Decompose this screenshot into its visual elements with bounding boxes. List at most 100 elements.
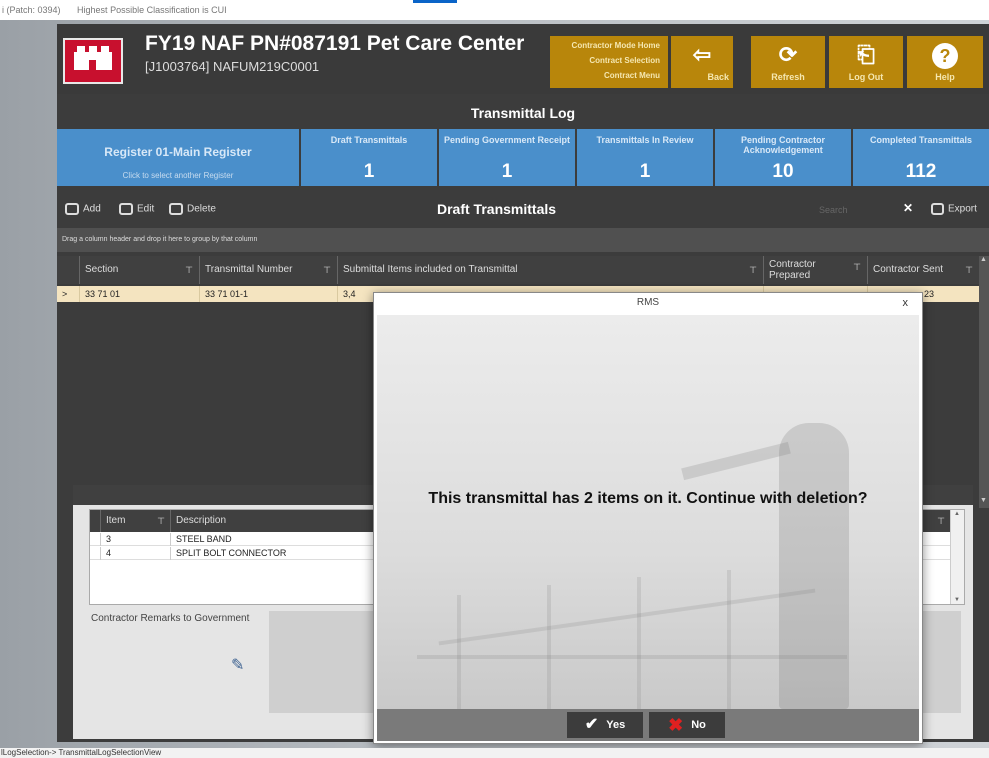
delete-label: Delete xyxy=(187,203,216,215)
tab-indicator xyxy=(413,0,457,3)
help-icon: ? xyxy=(907,36,983,69)
background-beam xyxy=(637,577,641,709)
back-button[interactable]: ⇦ Back xyxy=(671,36,733,88)
delete-button[interactable]: Delete xyxy=(169,203,216,215)
cross-icon: ✖ xyxy=(668,715,684,736)
tile-count: 112 xyxy=(905,161,937,182)
tile-label: Transmittals In Review xyxy=(596,135,694,145)
edit-button[interactable]: Edit xyxy=(119,203,154,215)
column-header-transmittal-number[interactable]: Transmittal Number ⊤ xyxy=(199,256,337,284)
page-title: Transmittal Log xyxy=(470,105,576,121)
logout-button[interactable]: ⎗ Log Out xyxy=(829,36,903,88)
no-button[interactable]: ✖ No xyxy=(649,712,725,738)
refresh-button[interactable]: ⟳ Refresh xyxy=(751,36,825,88)
tile-count: 1 xyxy=(501,161,513,182)
contract-subtitle: [J1003764] NAFUM219C0001 xyxy=(145,59,320,74)
grid-toolbar: Add Edit Delete Draft Transmittals Searc… xyxy=(57,198,989,224)
castle-icon xyxy=(74,46,112,70)
row-indicator: > xyxy=(62,289,68,299)
filter-icon[interactable]: ⊤ xyxy=(749,256,757,284)
tile-completed-transmittals[interactable]: Completed Transmittals 112 xyxy=(853,129,989,186)
classification-label: Highest Possible Classification is CUI xyxy=(77,5,227,15)
add-button[interactable]: Add xyxy=(65,203,101,215)
confirm-delete-dialog: RMS x This transmittal has 2 items on it… xyxy=(373,292,923,744)
summary-tiles: Register 01-Main Register Click to selec… xyxy=(57,129,989,186)
contractor-mode-home-link[interactable]: Contractor Mode Home xyxy=(550,40,668,52)
dialog-message: This transmittal has 2 items on it. Cont… xyxy=(428,490,868,507)
tile-count: 1 xyxy=(363,161,375,182)
column-header-contractor-prepared[interactable]: Contractor Prepared ⊤ xyxy=(763,256,867,284)
tile-pending-government-receipt[interactable]: Pending Government Receipt 1 xyxy=(439,129,575,186)
register-title: Register 01-Main Register xyxy=(104,145,252,159)
tile-count: 10 xyxy=(772,161,794,182)
edit-icon xyxy=(119,203,133,215)
add-icon xyxy=(65,203,79,215)
items-scrollbar[interactable] xyxy=(950,510,964,604)
clear-search-icon[interactable]: ✕ xyxy=(903,201,913,215)
contract-selection-link[interactable]: Contract Selection xyxy=(550,55,668,67)
register-selector-tile[interactable]: Register 01-Main Register Click to selec… xyxy=(57,129,299,186)
cell-transmittal-number: 33 71 01-1 xyxy=(199,286,337,302)
tile-label: Completed Transmittals xyxy=(869,135,973,145)
register-hint: Click to select another Register xyxy=(122,171,234,180)
cell-item: 4 xyxy=(100,547,170,560)
tile-label: Draft Transmittals xyxy=(330,135,408,145)
add-label: Add xyxy=(83,203,101,215)
contract-title: FY19 NAF PN#087191 Pet Care Center xyxy=(145,32,525,55)
export-label: Export xyxy=(948,203,977,215)
tile-count: 1 xyxy=(639,161,651,182)
grid-scrollbar[interactable] xyxy=(979,256,989,508)
grid-title: Draft Transmittals xyxy=(437,201,557,217)
remarks-label: Contractor Remarks to Government xyxy=(91,613,250,624)
logout-label: Log Out xyxy=(848,72,884,82)
filter-icon[interactable]: ⊤ xyxy=(853,256,861,281)
delete-icon xyxy=(169,203,183,215)
yes-button[interactable]: ✔ Yes xyxy=(567,712,643,738)
background-beam xyxy=(457,595,461,709)
background-beam xyxy=(547,585,551,709)
export-icon xyxy=(931,203,944,215)
tile-transmittals-in-review[interactable]: Transmittals In Review 1 xyxy=(577,129,713,186)
no-label: No xyxy=(691,719,706,731)
dialog-close-button[interactable]: x xyxy=(903,293,909,313)
yes-label: Yes xyxy=(606,719,626,731)
construction-worker-silhouette xyxy=(779,423,849,709)
column-label: Submittal Items included on Transmittal xyxy=(343,264,518,275)
edit-remarks-icon[interactable]: ✎ xyxy=(231,655,244,675)
cell-section: 33 71 01 xyxy=(79,286,199,302)
tile-label: Pending Government Receipt xyxy=(443,135,571,145)
filter-icon[interactable]: ⊤ xyxy=(937,510,945,532)
group-by-drop-area[interactable]: Drag a column header and drop it here to… xyxy=(57,228,989,252)
contract-menu-links: Contractor Mode Home Contract Selection … xyxy=(550,36,668,88)
export-button[interactable]: Export xyxy=(931,203,977,215)
column-label: Description xyxy=(176,515,227,526)
filter-icon[interactable]: ⊤ xyxy=(157,510,165,532)
patch-label: i (Patch: 0394) xyxy=(2,5,61,15)
grid-header: Section ⊤ Transmittal Number ⊤ Submittal I… xyxy=(57,256,979,284)
tile-pending-contractor-acknowledgement[interactable]: Pending Contractor Acknowledgement 10 xyxy=(715,129,851,186)
help-label: Help xyxy=(935,72,955,82)
help-button[interactable]: ? Help xyxy=(907,36,983,88)
column-label: Contractor Sent xyxy=(873,264,944,275)
tile-label: Pending Contractor Acknowledgement xyxy=(740,135,825,155)
filter-icon[interactable]: ⊤ xyxy=(185,256,193,284)
logout-icon: ⎗ xyxy=(857,42,875,67)
filter-icon[interactable]: ⊤ xyxy=(965,256,973,284)
back-label: Back xyxy=(707,72,729,82)
column-label: Transmittal Number xyxy=(205,264,293,275)
background-beam xyxy=(438,588,816,646)
worker-arm-silhouette xyxy=(681,441,791,481)
checkmark-icon: ✔ xyxy=(584,716,599,734)
column-header-item[interactable]: Item ⊤ xyxy=(100,510,170,532)
column-label: Contractor Prepared xyxy=(769,259,816,281)
dialog-body: This transmittal has 2 items on it. Cont… xyxy=(377,315,919,709)
search-input[interactable]: Search xyxy=(813,201,897,220)
column-header-section[interactable]: Section ⊤ xyxy=(79,256,199,284)
tile-draft-transmittals[interactable]: Draft Transmittals 1 xyxy=(301,129,437,186)
contract-menu-link[interactable]: Contract Menu xyxy=(550,70,668,82)
column-header-submittal-items[interactable]: Submittal Items included on Transmittal ⊤ xyxy=(337,256,763,284)
filter-icon[interactable]: ⊤ xyxy=(323,256,331,284)
column-header-contractor-sent[interactable]: Contractor Sent ⊤ xyxy=(867,256,979,284)
top-status-bar: i (Patch: 0394) Highest Possible Classif… xyxy=(0,0,989,20)
dialog-footer: ✔ Yes ✖ No xyxy=(377,709,919,741)
